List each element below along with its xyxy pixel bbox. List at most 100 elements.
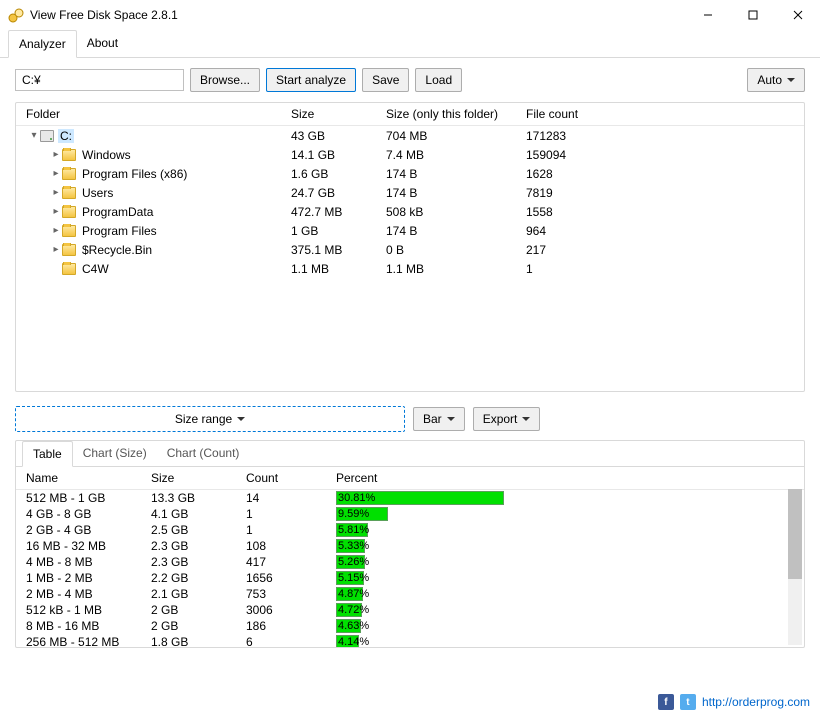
table-row[interactable]: 512 kB - 1 MB2 GB30064.72% (16, 602, 804, 618)
table-row[interactable]: 2 GB - 4 GB2.5 GB15.81% (16, 522, 804, 538)
th-percent[interactable]: Percent (336, 471, 766, 485)
table-row[interactable]: 1 MB - 2 MB2.2 GB16565.15% (16, 570, 804, 586)
bar-dropdown[interactable]: Bar (413, 407, 465, 431)
percent-label: 5.81% (336, 523, 369, 537)
cell-range-percent: 9.59% (336, 507, 766, 521)
folder-icon (62, 244, 76, 256)
cell-range-size: 1.8 GB (151, 635, 246, 647)
table-row[interactable]: 256 MB - 512 MB1.8 GB64.14% (16, 634, 804, 647)
table-row[interactable]: 8 MB - 16 MB2 GB1864.63% (16, 618, 804, 634)
cell-sizeonly: 1.1 MB (386, 262, 526, 276)
minimize-button[interactable] (685, 0, 730, 30)
tab-table[interactable]: Table (22, 441, 73, 467)
facebook-icon[interactable]: f (658, 694, 674, 710)
col-count[interactable]: File count (526, 107, 804, 121)
folder-icon (62, 206, 76, 218)
th-count[interactable]: Count (246, 471, 336, 485)
tree-row[interactable]: C4W1.1 MB1.1 MB1 (16, 259, 804, 278)
path-input[interactable] (15, 69, 184, 91)
cell-range-count: 6 (246, 635, 336, 647)
table-row[interactable]: 16 MB - 32 MB2.3 GB1085.33% (16, 538, 804, 554)
export-dropdown[interactable]: Export (473, 407, 541, 431)
col-folder[interactable]: Folder (16, 107, 291, 121)
scrollbar[interactable] (788, 489, 802, 645)
cell-size: 43 GB (291, 129, 386, 143)
table-body[interactable]: 512 MB - 1 GB13.3 GB1430.81%4 GB - 8 GB4… (16, 490, 804, 647)
cell-sizeonly: 174 B (386, 224, 526, 238)
cell-range-percent: 4.14% (336, 635, 766, 647)
expander-icon[interactable]: ▾ (28, 130, 40, 141)
app-icon (8, 7, 24, 23)
scrollbar-thumb[interactable] (788, 489, 802, 579)
tab-chart-size[interactable]: Chart (Size) (73, 441, 157, 466)
menu-tabs: Analyzer About (0, 30, 820, 58)
cell-range-name: 1 MB - 2 MB (16, 571, 151, 585)
tree-row[interactable]: ▸ProgramData472.7 MB508 kB1558 (16, 202, 804, 221)
tree-body[interactable]: ▾C:43 GB704 MB171283▸Windows14.1 GB7.4 M… (16, 126, 804, 391)
folder-name: ProgramData (80, 205, 155, 219)
tree-row[interactable]: ▸Program Files1 GB174 B964 (16, 221, 804, 240)
cell-sizeonly: 7.4 MB (386, 148, 526, 162)
tree-header: Folder Size Size (only this folder) File… (16, 103, 804, 126)
table-header: Name Size Count Percent (16, 467, 804, 490)
close-button[interactable] (775, 0, 820, 30)
folder-name: Program Files (80, 224, 159, 238)
th-size[interactable]: Size (151, 471, 246, 485)
cell-range-count: 3006 (246, 603, 336, 617)
folder-icon (62, 225, 76, 237)
folder-icon (62, 149, 76, 161)
cell-range-count: 1656 (246, 571, 336, 585)
percent-label: 4.72% (336, 603, 369, 617)
browse-button[interactable]: Browse... (190, 68, 260, 92)
table-row[interactable]: 4 MB - 8 MB2.3 GB4175.26% (16, 554, 804, 570)
folder-name: C: (58, 129, 74, 143)
tree-row[interactable]: ▾C:43 GB704 MB171283 (16, 126, 804, 145)
window-title: View Free Disk Space 2.8.1 (30, 8, 685, 22)
expander-icon[interactable]: ▸ (50, 206, 62, 217)
folder-icon (62, 187, 76, 199)
tab-analyzer[interactable]: Analyzer (8, 30, 77, 58)
cell-count: 1628 (526, 167, 804, 181)
load-button[interactable]: Load (415, 68, 462, 92)
th-name[interactable]: Name (16, 471, 151, 485)
table-row[interactable]: 2 MB - 4 MB2.1 GB7534.87% (16, 586, 804, 602)
cell-size: 1.6 GB (291, 167, 386, 181)
start-analyze-button[interactable]: Start analyze (266, 68, 356, 92)
expander-icon[interactable]: ▸ (50, 168, 62, 179)
folder-name: C4W (80, 262, 111, 276)
col-size[interactable]: Size (291, 107, 386, 121)
cell-range-percent: 5.33% (336, 539, 766, 553)
col-sizeonly[interactable]: Size (only this folder) (386, 107, 526, 121)
expander-icon[interactable]: ▸ (50, 149, 62, 160)
table-row[interactable]: 512 MB - 1 GB13.3 GB1430.81% (16, 490, 804, 506)
maximize-button[interactable] (730, 0, 775, 30)
table-row[interactable]: 4 GB - 8 GB4.1 GB19.59% (16, 506, 804, 522)
tree-row[interactable]: ▸$Recycle.Bin375.1 MB0 B217 (16, 240, 804, 259)
cell-range-name: 8 MB - 16 MB (16, 619, 151, 633)
folder-name: $Recycle.Bin (80, 243, 154, 257)
cell-range-percent: 5.15% (336, 571, 766, 585)
tree-row[interactable]: ▸Users24.7 GB174 B7819 (16, 183, 804, 202)
size-range-dropdown[interactable]: Size range (15, 406, 405, 432)
folder-name: Users (80, 186, 115, 200)
cell-count: 7819 (526, 186, 804, 200)
auto-dropdown[interactable]: Auto (747, 68, 805, 92)
tree-row[interactable]: ▸Program Files (x86)1.6 GB174 B1628 (16, 164, 804, 183)
tab-about[interactable]: About (77, 30, 128, 57)
tab-chart-count[interactable]: Chart (Count) (157, 441, 250, 466)
cell-range-percent: 4.63% (336, 619, 766, 633)
cell-count: 1 (526, 262, 804, 276)
percent-label: 4.14% (336, 635, 369, 647)
cell-range-size: 2.3 GB (151, 555, 246, 569)
expander-icon[interactable]: ▸ (50, 187, 62, 198)
cell-range-size: 4.1 GB (151, 507, 246, 521)
homepage-link[interactable]: http://orderprog.com (702, 695, 810, 709)
expander-icon[interactable]: ▸ (50, 244, 62, 255)
cell-size: 472.7 MB (291, 205, 386, 219)
save-button[interactable]: Save (362, 68, 409, 92)
tree-row[interactable]: ▸Windows14.1 GB7.4 MB159094 (16, 145, 804, 164)
expander-icon[interactable]: ▸ (50, 225, 62, 236)
cell-range-percent: 4.87% (336, 587, 766, 601)
cell-count: 964 (526, 224, 804, 238)
twitter-icon[interactable]: t (680, 694, 696, 710)
